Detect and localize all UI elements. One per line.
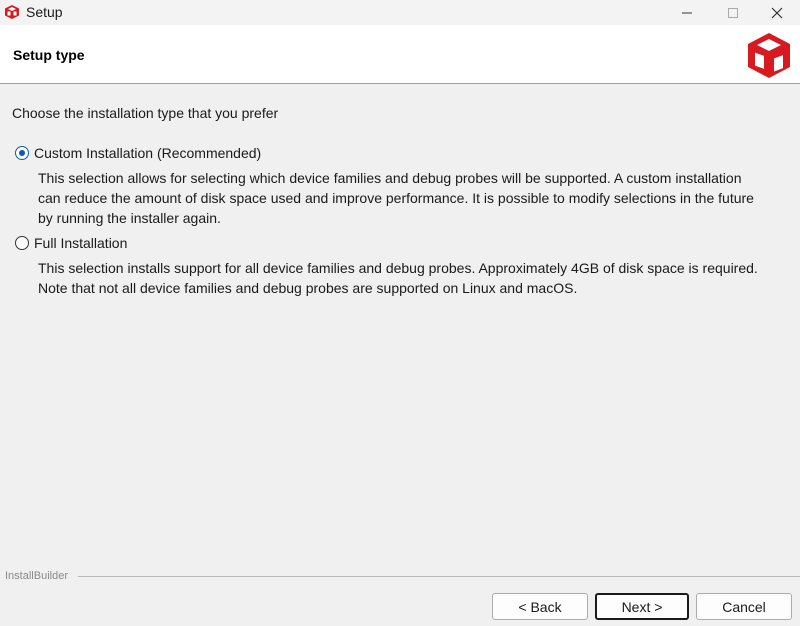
maximize-icon (728, 7, 738, 18)
title-bar: Setup (0, 0, 800, 25)
window-title: Setup (26, 4, 63, 20)
red-cube-logo (748, 33, 790, 78)
option-label[interactable]: Custom Installation (Recommended) (34, 145, 261, 161)
cancel-button[interactable]: Cancel (696, 593, 792, 620)
radio-button[interactable] (15, 236, 29, 250)
wizard-header: Setup type (0, 25, 800, 84)
minimize-icon (682, 12, 692, 13)
option-label[interactable]: Full Installation (34, 235, 127, 251)
back-button[interactable]: < Back (492, 593, 588, 620)
brand-label: InstallBuilder (5, 570, 68, 582)
next-button[interactable]: Next > (595, 593, 689, 620)
maximize-button[interactable] (710, 0, 756, 25)
app-cube-icon (5, 5, 19, 19)
custom-installation-option[interactable]: Custom Installation (Recommended) (15, 145, 261, 161)
close-icon (771, 7, 783, 18)
instruction-text: Choose the installation type that you pr… (12, 105, 279, 121)
full-installation-option[interactable]: Full Installation (15, 235, 127, 251)
footer-divider (78, 576, 800, 577)
page-title: Setup type (13, 47, 85, 63)
minimize-button[interactable] (664, 0, 710, 25)
option-description: This selection allows for selecting whic… (38, 170, 754, 226)
radio-button-checked[interactable] (15, 146, 29, 160)
option-description: This selection installs support for all … (38, 260, 758, 296)
close-button[interactable] (754, 0, 800, 25)
